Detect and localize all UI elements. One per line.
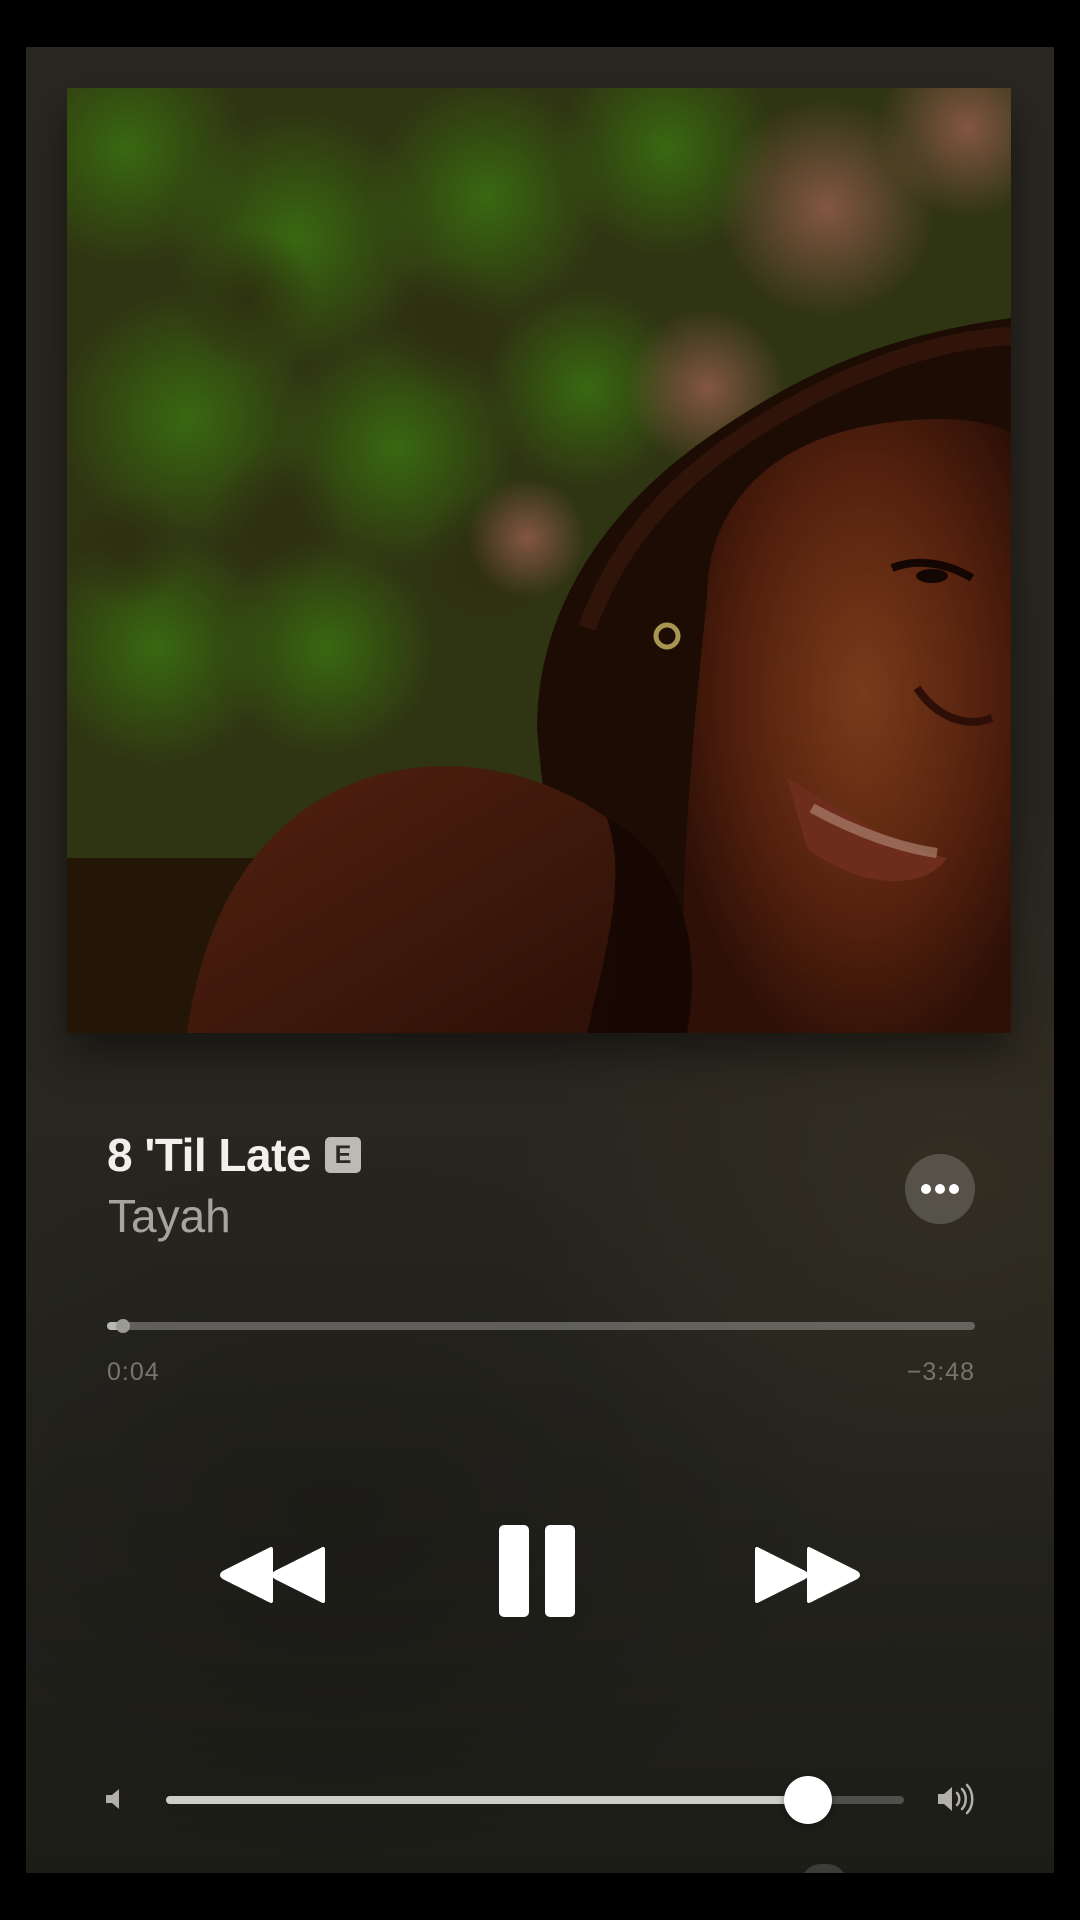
explicit-badge: E [325, 1137, 361, 1173]
fast-forward-button[interactable] [751, 1535, 861, 1615]
album-artwork [67, 88, 1011, 1033]
speaker-high-icon [938, 1783, 974, 1815]
elapsed-time: 0:04 [107, 1358, 160, 1386]
more-options-button[interactable] [905, 1154, 975, 1224]
speaker-low-icon [106, 1789, 119, 1809]
album-artwork-photo [67, 88, 1011, 1033]
pause-button[interactable] [494, 1521, 580, 1621]
playback-scrubber[interactable] [107, 1319, 975, 1333]
volume-slider[interactable] [166, 1776, 904, 1824]
playback-scrubber-knob[interactable] [115, 1319, 130, 1333]
song-title-text: 8 'Til Late [107, 1129, 312, 1181]
song-title[interactable]: 8 'Til Late E [107, 1127, 361, 1183]
rewind-icon [220, 1547, 325, 1603]
rewind-button[interactable] [219, 1535, 329, 1615]
volume-level-fill [166, 1796, 809, 1804]
volume-slider-knob[interactable] [784, 1776, 833, 1824]
pause-icon [499, 1525, 575, 1617]
now-playing-screen: 8 'Til Late E Tayah 0:04 −3:48 [26, 47, 1054, 1873]
artist-name[interactable]: Tayah [108, 1188, 231, 1244]
ellipsis-icon [921, 1184, 959, 1194]
next-panel-hint [801, 1864, 847, 1873]
fast-forward-icon [755, 1547, 860, 1603]
remaining-time: −3:48 [906, 1358, 975, 1386]
